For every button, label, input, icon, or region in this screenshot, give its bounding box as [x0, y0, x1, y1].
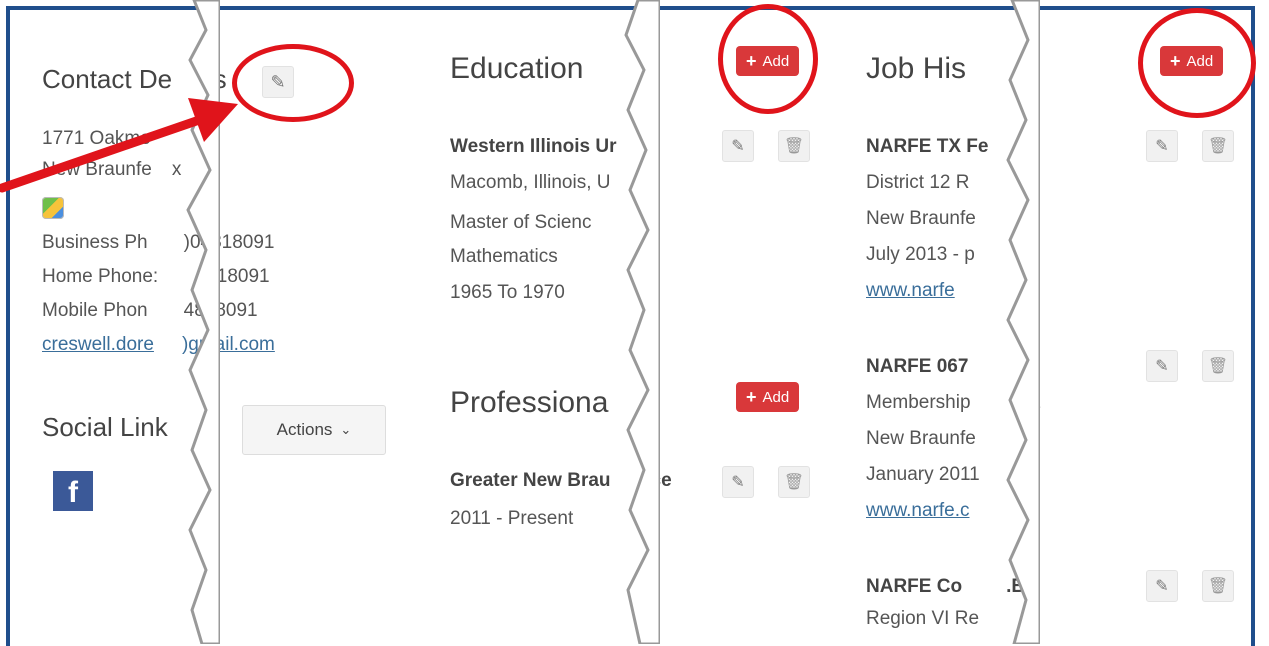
edit-job-button[interactable]: ✎ [1146, 350, 1178, 382]
edit-professional-button[interactable]: ✎ [722, 466, 754, 498]
job-link[interactable]: www.narfe [866, 280, 955, 302]
mobile-phone: Mobile Phon 4818091 [42, 300, 258, 321]
job-line: New Braunfe [866, 208, 976, 229]
education-field: Mathematics [450, 246, 558, 267]
trash-icon: 🗑 [1207, 138, 1229, 155]
torn-edge-divider [620, 0, 660, 644]
trash-icon: 🗑 [783, 138, 805, 155]
actions-label: Actions [276, 420, 333, 439]
professional-years: 2011 - Present [450, 508, 574, 529]
job-link[interactable]: www.narfe.c [866, 500, 969, 522]
education-school: Western Illinois Ur [450, 136, 617, 157]
actions-dropdown[interactable]: Actions ⌄ [242, 405, 386, 455]
annotation-circle [718, 4, 818, 114]
social-links-heading: Social Link [42, 412, 168, 442]
pencil-icon: ✎ [1155, 578, 1169, 595]
job-line: New Braunfe [866, 428, 976, 449]
home-phone: Home Phone: 318091 [42, 266, 270, 287]
chevron-down-icon: ⌄ [340, 422, 352, 437]
pencil-icon: ✎ [1155, 358, 1169, 375]
delete-job-button[interactable]: 🗑 [1202, 350, 1234, 382]
pencil-icon: ✎ [731, 138, 745, 155]
add-professional-button[interactable]: + Add [736, 382, 800, 412]
edit-education-button[interactable]: ✎ [722, 130, 754, 162]
delete-education-button[interactable]: 🗑 [778, 130, 810, 162]
education-location: Macomb, Illinois, U [450, 172, 611, 193]
job-line: January 2011 [866, 464, 980, 485]
delete-job-button[interactable]: 🗑 [1202, 130, 1234, 162]
business-phone: Business Ph)04818091 [42, 232, 275, 253]
education-degree: Master of Scienc [450, 212, 592, 233]
annotation-arrow [0, 98, 238, 193]
email-link[interactable]: creswell.dore)gmail.com [42, 334, 275, 356]
pencil-icon: ✎ [731, 474, 745, 491]
plus-icon: + [746, 386, 757, 407]
annotation-circle [232, 44, 354, 122]
job-history-heading: Job His [866, 52, 967, 85]
education-years: 1965 To 1970 [450, 282, 565, 303]
professional-heading: Professiona [450, 386, 609, 419]
facebook-icon[interactable]: f [53, 471, 93, 511]
job-line: District 12 R [866, 172, 970, 193]
trash-icon: 🗑 [1207, 578, 1229, 595]
map-icon[interactable] [42, 197, 64, 219]
education-heading: Education [450, 52, 584, 85]
edit-job-button[interactable]: ✎ [1146, 130, 1178, 162]
trash-icon: 🗑 [783, 474, 805, 491]
pencil-icon: ✎ [1155, 138, 1169, 155]
torn-edge-divider [1000, 0, 1040, 644]
annotation-circle [1138, 8, 1256, 118]
edit-job-button[interactable]: ✎ [1146, 570, 1178, 602]
job-title: NARFE TX Fe [866, 136, 989, 157]
delete-job-button[interactable]: 🗑 [1202, 570, 1234, 602]
job-title: NARFE 067 [866, 356, 969, 377]
job-line: July 2013 - p [866, 244, 975, 265]
delete-professional-button[interactable]: 🗑 [778, 466, 810, 498]
trash-icon: 🗑 [1207, 358, 1229, 375]
